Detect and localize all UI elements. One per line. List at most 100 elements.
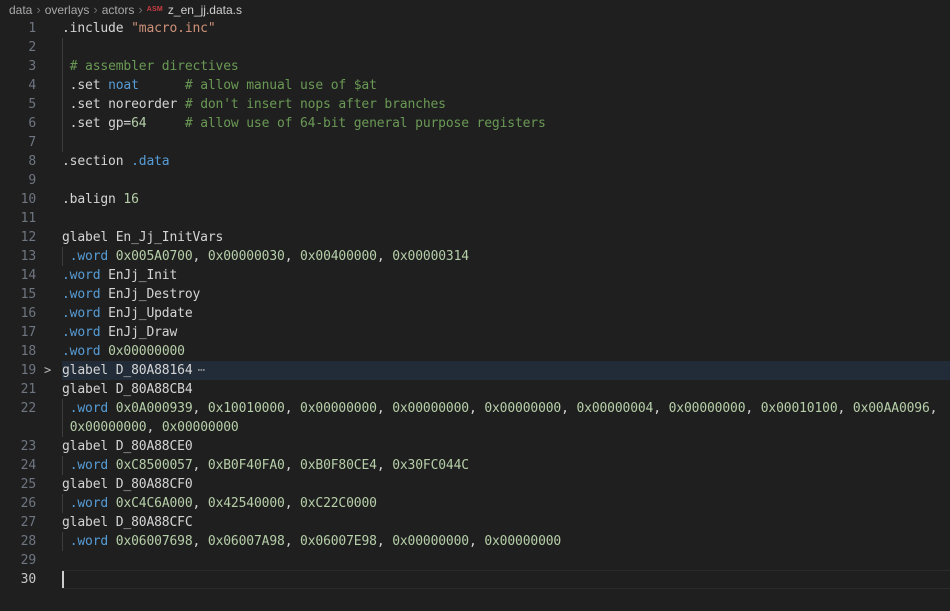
- line-content[interactable]: .word EnJj_Draw: [62, 323, 950, 342]
- line-content[interactable]: .word 0xC4C6A000, 0x42540000, 0xC22C0000: [62, 494, 950, 513]
- code-editor[interactable]: 1 .include "macro.inc" 23 # assembler dire…: [0, 19, 950, 589]
- line-number[interactable]: 17: [0, 323, 36, 342]
- line-number[interactable]: 8: [0, 152, 36, 171]
- line-number[interactable]: 25: [0, 475, 36, 494]
- code-line[interactable]: 25 glabel D_80A88CF0: [0, 475, 950, 494]
- line-number[interactable]: 6: [0, 114, 36, 133]
- line-content[interactable]: [62, 133, 950, 152]
- line-content[interactable]: .word EnJj_Update: [62, 304, 950, 323]
- line-content[interactable]: .word 0x005A0700, 0x00000030, 0x00400000…: [62, 247, 950, 266]
- fold-chevron-icon[interactable]: >: [44, 361, 51, 380]
- line-number[interactable]: 2: [0, 38, 36, 57]
- line-number[interactable]: 13: [0, 247, 36, 266]
- code-line[interactable]: 1 .include "macro.inc": [0, 19, 950, 38]
- line-content[interactable]: [62, 570, 950, 589]
- code-line[interactable]: 14 .word EnJj_Init: [0, 266, 950, 285]
- line-number[interactable]: 24: [0, 456, 36, 475]
- line-number[interactable]: 23: [0, 437, 36, 456]
- line-content[interactable]: glabel D_80A88CE0: [62, 437, 950, 456]
- line-content[interactable]: .set noreorder # don't insert nops after…: [62, 95, 950, 114]
- code-line[interactable]: 27 glabel D_80A88CFC: [0, 513, 950, 532]
- line-number[interactable]: [0, 418, 36, 437]
- line-content[interactable]: .word 0x0A000939, 0x10010000, 0x00000000…: [62, 399, 950, 418]
- code-line[interactable]: 13 .word 0x005A0700, 0x00000030, 0x00400…: [0, 247, 950, 266]
- code-line[interactable]: 28 .word 0x06007698, 0x06007A98, 0x06007…: [0, 532, 950, 551]
- line-content[interactable]: .word 0x06007698, 0x06007A98, 0x06007E98…: [62, 532, 950, 551]
- line-content[interactable]: .set gp=64 # allow use of 64-bit general…: [62, 114, 950, 133]
- line-number[interactable]: 11: [0, 209, 36, 228]
- line-number[interactable]: 1: [0, 19, 36, 38]
- line-number[interactable]: 12: [0, 228, 36, 247]
- code-line[interactable]: 7: [0, 133, 950, 152]
- line-content[interactable]: glabel D_80A88CF0: [62, 475, 950, 494]
- code-line[interactable]: 23 glabel D_80A88CE0: [0, 437, 950, 456]
- line-content[interactable]: .balign 16: [62, 190, 950, 209]
- line-number[interactable]: 21: [0, 380, 36, 399]
- line-number[interactable]: 3: [0, 57, 36, 76]
- line-content[interactable]: glabel D_80A88CB4: [62, 380, 950, 399]
- line-content[interactable]: .include "macro.inc": [62, 19, 950, 38]
- breadcrumb-item-data[interactable]: data: [9, 3, 32, 17]
- breadcrumb-item-overlays[interactable]: overlays: [45, 3, 90, 17]
- line-content[interactable]: .section .data: [62, 152, 950, 171]
- line-content[interactable]: [62, 551, 950, 570]
- line-content[interactable]: [62, 38, 950, 57]
- line-content[interactable]: [62, 209, 950, 228]
- line-number[interactable]: 9: [0, 171, 36, 190]
- code-line[interactable]: 4 .set noat # allow manual use of $at: [0, 76, 950, 95]
- line-content[interactable]: glabel En_Jj_InitVars: [62, 228, 950, 247]
- line-content[interactable]: .word 0x00000000: [62, 342, 950, 361]
- code-token: 0x00000000: [484, 401, 561, 416]
- line-number[interactable]: 10: [0, 190, 36, 209]
- code-line[interactable]: 6 .set gp=64 # allow use of 64-bit gener…: [0, 114, 950, 133]
- line-content[interactable]: .word EnJj_Init: [62, 266, 950, 285]
- line-number[interactable]: 7: [0, 133, 36, 152]
- line-content[interactable]: # assembler directives: [62, 57, 950, 76]
- line-content[interactable]: .word EnJj_Destroy: [62, 285, 950, 304]
- folded-code-ellipsis[interactable]: ⋯: [198, 363, 207, 378]
- line-number[interactable]: 19: [0, 361, 36, 380]
- code-line[interactable]: 22 .word 0x0A000939, 0x10010000, 0x00000…: [0, 399, 950, 418]
- line-number[interactable]: 30: [0, 570, 36, 589]
- line-content[interactable]: .word 0xC8500057, 0xB0F40FA0, 0xB0F80CE4…: [62, 456, 950, 475]
- line-content[interactable]: glabel D_80A88164⋯: [62, 361, 950, 380]
- line-number[interactable]: 29: [0, 551, 36, 570]
- code-line[interactable]: 26 .word 0xC4C6A000, 0x42540000, 0xC22C0…: [0, 494, 950, 513]
- line-number[interactable]: 14: [0, 266, 36, 285]
- code-line[interactable]: 17 .word EnJj_Draw: [0, 323, 950, 342]
- line-number[interactable]: 16: [0, 304, 36, 323]
- line-number[interactable]: 22: [0, 399, 36, 418]
- code-line[interactable]: 11: [0, 209, 950, 228]
- line-content[interactable]: 0x00000000, 0x00000000: [62, 418, 950, 437]
- line-number[interactable]: 15: [0, 285, 36, 304]
- line-content[interactable]: glabel D_80A88CFC: [62, 513, 950, 532]
- line-number[interactable]: 26: [0, 494, 36, 513]
- breadcrumb-item-actors[interactable]: actors: [102, 3, 135, 17]
- code-line[interactable]: 16 .word EnJj_Update: [0, 304, 950, 323]
- line-content[interactable]: .set noat # allow manual use of $at: [62, 76, 950, 95]
- code-line[interactable]: 2: [0, 38, 950, 57]
- fold-column: [36, 228, 62, 247]
- code-line[interactable]: 8 .section .data: [0, 152, 950, 171]
- line-number[interactable]: 4: [0, 76, 36, 95]
- code-token: ,: [285, 458, 300, 473]
- line-number[interactable]: 18: [0, 342, 36, 361]
- code-line[interactable]: 5 .set noreorder # don't insert nops aft…: [0, 95, 950, 114]
- code-line[interactable]: 18 .word 0x00000000: [0, 342, 950, 361]
- code-line[interactable]: 21 glabel D_80A88CB4: [0, 380, 950, 399]
- line-number[interactable]: 27: [0, 513, 36, 532]
- code-line[interactable]: 10 .balign 16: [0, 190, 950, 209]
- code-line[interactable]: 29: [0, 551, 950, 570]
- code-line[interactable]: 9: [0, 171, 950, 190]
- code-line[interactable]: 12 glabel En_Jj_InitVars: [0, 228, 950, 247]
- line-content[interactable]: [62, 171, 950, 190]
- code-line[interactable]: 3 # assembler directives: [0, 57, 950, 76]
- line-number[interactable]: 5: [0, 95, 36, 114]
- code-line[interactable]: 30: [0, 570, 950, 589]
- code-line[interactable]: 24 .word 0xC8500057, 0xB0F40FA0, 0xB0F80…: [0, 456, 950, 475]
- code-line[interactable]: 15 .word EnJj_Destroy: [0, 285, 950, 304]
- breadcrumb-item-filename[interactable]: z_en_jj.data.s: [168, 3, 242, 17]
- line-number[interactable]: 28: [0, 532, 36, 551]
- code-line[interactable]: 19 > glabel D_80A88164⋯: [0, 361, 950, 380]
- code-line[interactable]: 0x00000000, 0x00000000: [0, 418, 950, 437]
